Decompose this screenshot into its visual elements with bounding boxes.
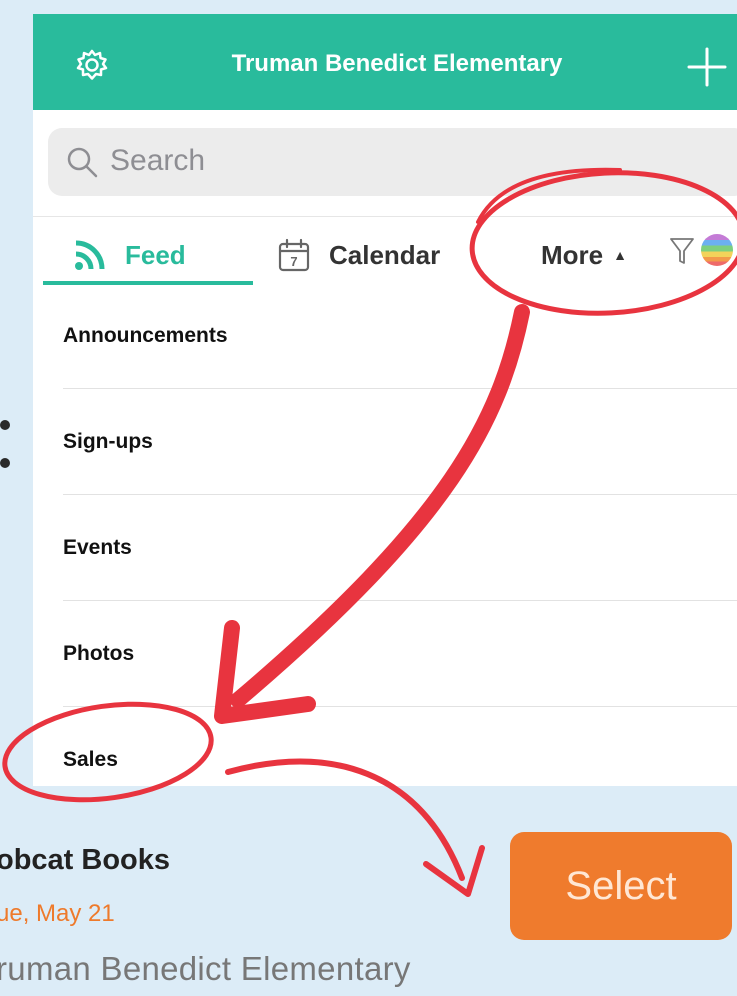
sale-card: obcat Books ue, May 21 ruman Benedict El… <box>0 800 737 996</box>
app-title: Truman Benedict Elementary <box>231 50 563 77</box>
active-tab-indicator <box>43 281 253 285</box>
tab-calendar[interactable]: 7 Calendar <box>277 235 440 275</box>
divider <box>63 706 737 707</box>
menu-item-events[interactable]: Events <box>63 536 737 560</box>
background-block <box>610 948 737 996</box>
search-area: Search <box>33 110 737 230</box>
menu-item-photos[interactable]: Photos <box>63 642 737 666</box>
divider <box>63 494 737 495</box>
tab-more[interactable]: More ▲ <box>541 235 627 275</box>
menu-item-sales[interactable]: Sales <box>63 748 737 772</box>
divider <box>63 600 737 601</box>
app-screen: Truman Benedict Elementary Search Feed 7… <box>33 14 737 786</box>
calendar-day: 7 <box>290 254 297 269</box>
filter-icon[interactable] <box>669 236 695 266</box>
search-placeholder: Search <box>110 144 206 177</box>
top-bar: Truman Benedict Elementary <box>33 14 737 110</box>
plus-icon[interactable] <box>687 47 727 87</box>
tab-bar: Feed 7 Calendar More ▲ <box>33 216 737 287</box>
tab-calendar-label: Calendar <box>329 239 441 270</box>
menu-item-sign-ups[interactable]: Sign-ups <box>63 430 737 454</box>
divider <box>63 388 737 389</box>
search-icon <box>67 147 98 178</box>
feed-icon <box>75 240 105 270</box>
sale-date: ue, May 21 <box>0 900 115 927</box>
sale-organization: ruman Benedict Elementary <box>0 950 411 987</box>
select-button[interactable]: Select <box>510 832 732 940</box>
search-input[interactable]: Search <box>48 128 737 196</box>
rainbow-avatar-icon[interactable] <box>701 234 733 266</box>
sale-title: obcat Books <box>0 844 171 876</box>
tab-feed[interactable]: Feed <box>73 235 186 275</box>
caret-up-icon: ▲ <box>613 247 627 263</box>
tab-more-label: More <box>541 239 604 270</box>
menu-item-announcements[interactable]: Announcements <box>63 324 737 348</box>
calendar-icon: 7 <box>278 238 310 272</box>
tab-feed-label: Feed <box>125 239 186 270</box>
